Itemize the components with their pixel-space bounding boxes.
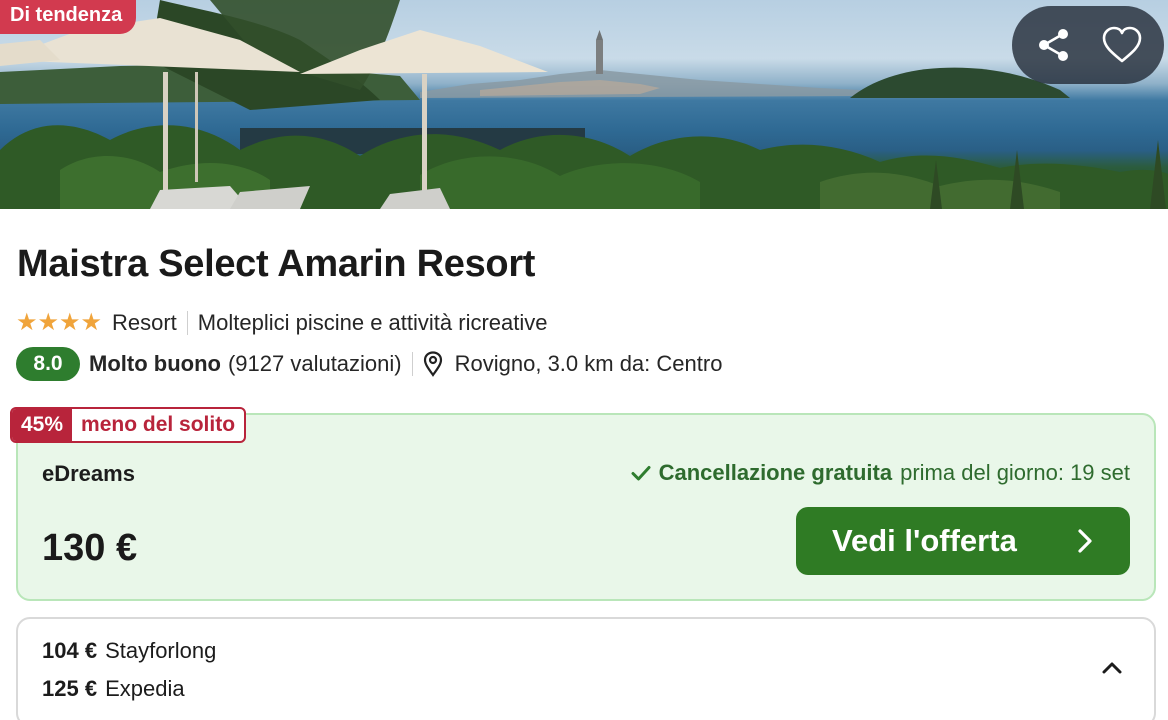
view-offer-button[interactable]: Vedi l'offerta (796, 507, 1130, 575)
review-score-badge: 8.0 (16, 347, 80, 381)
chevron-right-icon (1078, 529, 1092, 553)
hotel-location[interactable]: Rovigno, 3.0 km da: Centro (455, 351, 723, 377)
offer-provider: eDreams (42, 461, 135, 486)
other-offer-provider: Stayforlong (105, 638, 217, 663)
trending-badge: Di tendenza (0, 0, 137, 34)
star-icon: ★ (59, 309, 81, 336)
star-rating: ★ ★ ★ ★ (16, 311, 102, 335)
hotel-photo[interactable]: Di tendenza (0, 0, 1168, 209)
discount-badge: 45% meno del solito (10, 407, 247, 443)
discount-percent: 45% (12, 409, 73, 441)
heart-icon (1102, 26, 1142, 63)
hotel-card: Di tendenza Maistra Select Amarin Resort (0, 0, 1168, 720)
hotel-feature: Molteplici piscine e attività ricreative (197, 310, 548, 335)
collapse-button[interactable] (1098, 656, 1126, 680)
rating-word: Molto buono (89, 351, 221, 376)
other-offer-price: 104 € (42, 638, 98, 663)
other-offer-provider: Expedia (105, 676, 185, 701)
other-offers-panel[interactable] (16, 617, 1156, 720)
hotel-type: Resort (112, 310, 177, 335)
other-offer-price: 125 € (42, 676, 98, 701)
checkmark-icon (631, 465, 651, 481)
divider (186, 311, 188, 335)
rating-location-row: 8.0 Molto buono (9127 valutazioni) Rovig… (16, 347, 722, 381)
discount-text: meno del solito (81, 413, 236, 436)
hotel-name[interactable]: Maistra Select Amarin Resort (17, 243, 535, 286)
divider (411, 352, 413, 376)
offer-price: 130 € (42, 527, 138, 569)
chevron-up-icon (1102, 662, 1122, 674)
star-icon: ★ (80, 309, 103, 336)
hero-actions (1012, 6, 1164, 84)
review-count[interactable]: (9127 valutazioni) (228, 351, 402, 377)
cancellation-deadline: prima del giorno: 19 set (900, 460, 1130, 485)
hotel-photo-scene (0, 0, 1168, 209)
star-icon: ★ (37, 309, 60, 336)
free-cancellation: Cancellazione gratuita prima del giorno:… (631, 460, 1130, 486)
other-offer-item[interactable]: 104 € Stayforlong (42, 638, 216, 664)
view-offer-label: Vedi l'offerta (832, 523, 1017, 558)
star-icon: ★ (16, 309, 38, 336)
favorite-button[interactable] (1094, 17, 1150, 73)
hotel-meta-row: ★ ★ ★ ★ Resort Molteplici piscine e attivit… (16, 308, 548, 338)
share-icon (1039, 29, 1068, 61)
share-button[interactable] (1026, 17, 1082, 73)
location-pin-icon (423, 351, 443, 377)
other-offer-item[interactable]: 125 € Expedia (42, 676, 185, 702)
cancellation-label: Cancellazione gratuita (658, 460, 893, 485)
